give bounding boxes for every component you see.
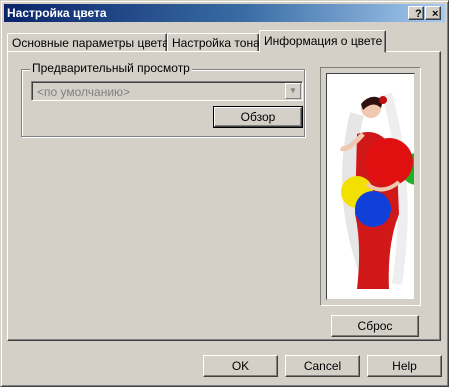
close-button[interactable]: × <box>425 6 441 20</box>
title-bar[interactable]: Настройка цвета ? × <box>4 4 445 22</box>
preview-image <box>326 73 415 300</box>
tab-color-info[interactable]: Информация о цвете <box>259 30 386 53</box>
preview-select[interactable]: <по умолчанию> ▼ <box>31 81 303 101</box>
tab-label: Настройка тона <box>172 36 260 50</box>
browse-button[interactable]: Обзор <box>213 106 303 128</box>
preview-group-label: Предварительный просмотр <box>30 61 192 75</box>
tab-label: Основные параметры цвета <box>12 36 169 50</box>
window-title: Настройка цвета <box>7 6 107 20</box>
help-title-button[interactable]: ? <box>408 6 424 20</box>
reset-button[interactable]: Сброс <box>331 315 419 337</box>
tab-tone[interactable]: Настройка тона <box>167 33 260 52</box>
preview-frame <box>320 67 421 306</box>
tab-basic-color[interactable]: Основные параметры цвета <box>7 33 169 52</box>
color-settings-dialog: Настройка цвета ? × Основные параметры ц… <box>0 0 449 387</box>
preview-illustration <box>339 92 414 289</box>
cancel-button[interactable]: Cancel <box>285 355 360 377</box>
help-button[interactable]: Help <box>367 355 442 377</box>
preview-select-value: <по умолчанию> <box>37 85 131 99</box>
ok-button[interactable]: OK <box>203 355 278 377</box>
tab-label: Информация о цвете <box>264 34 383 48</box>
chevron-down-icon[interactable]: ▼ <box>285 83 301 99</box>
